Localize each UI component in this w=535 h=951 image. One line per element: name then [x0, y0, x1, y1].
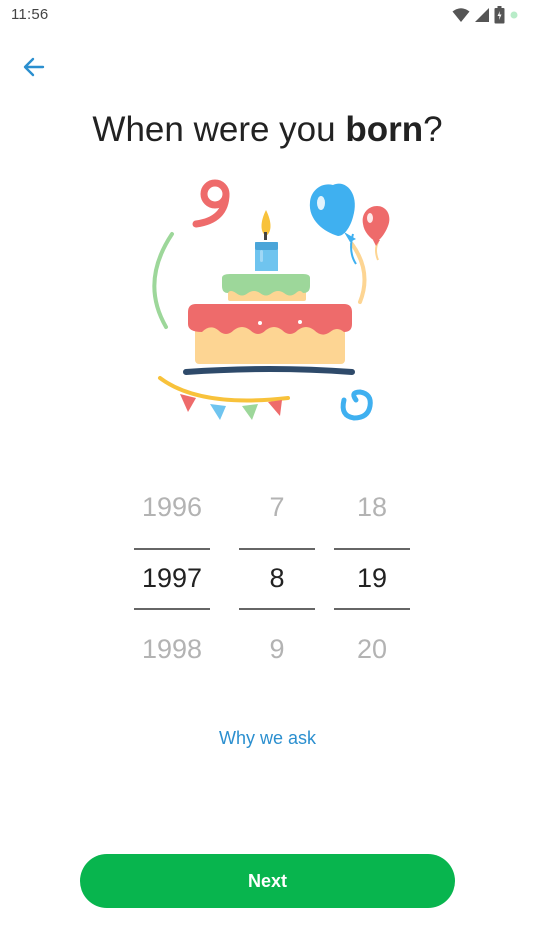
battery-icon [494, 6, 505, 24]
title-prefix: When were you [92, 110, 346, 149]
title-bold: born [345, 110, 424, 149]
picker-divider [239, 548, 315, 550]
red-balloon-icon [362, 206, 390, 261]
birthday-cake-illustration [152, 179, 390, 421]
month-next[interactable]: 9 [239, 634, 315, 665]
right-arc-decoration [350, 242, 367, 304]
status-bar: 11:56 [0, 0, 535, 30]
cake-bottom-layer [188, 304, 352, 364]
back-button[interactable] [18, 52, 50, 82]
blue-balloon-icon [309, 183, 357, 265]
year-selected[interactable]: 1997 [134, 563, 210, 594]
next-button[interactable]: Next [80, 854, 455, 908]
month-selected[interactable]: 8 [239, 563, 315, 594]
picker-divider [334, 548, 410, 550]
year-next[interactable]: 1998 [134, 634, 210, 665]
day-picker[interactable]: 18 19 20 [334, 478, 410, 678]
day-selected[interactable]: 19 [334, 563, 410, 594]
picker-divider [134, 548, 210, 550]
page-title: When were you born? [0, 110, 535, 150]
picker-divider [239, 608, 315, 610]
candle-icon [255, 210, 278, 271]
swirl-decoration [340, 389, 373, 421]
title-suffix: ? [423, 110, 443, 149]
year-picker[interactable]: 1996 1997 1998 [134, 478, 210, 678]
wifi-icon [452, 8, 470, 22]
year-prev[interactable]: 1996 [134, 492, 210, 523]
notification-dot-icon [510, 11, 518, 19]
cake-plate [183, 366, 355, 375]
day-prev[interactable]: 18 [334, 492, 410, 523]
picker-divider [134, 608, 210, 610]
month-prev[interactable]: 7 [239, 492, 315, 523]
day-next[interactable]: 20 [334, 634, 410, 665]
picker-divider [334, 608, 410, 610]
left-arc-decoration [152, 232, 174, 329]
month-picker[interactable]: 7 8 9 [239, 478, 315, 678]
cell-signal-icon [475, 8, 489, 22]
nine-icon [192, 179, 230, 228]
status-icons [452, 6, 519, 24]
bunting-decoration [158, 376, 290, 420]
why-we-ask-link[interactable]: Why we ask [0, 728, 535, 749]
status-time: 11:56 [11, 6, 49, 23]
cake-top-layer [222, 274, 310, 301]
arrow-left-icon [23, 57, 45, 77]
